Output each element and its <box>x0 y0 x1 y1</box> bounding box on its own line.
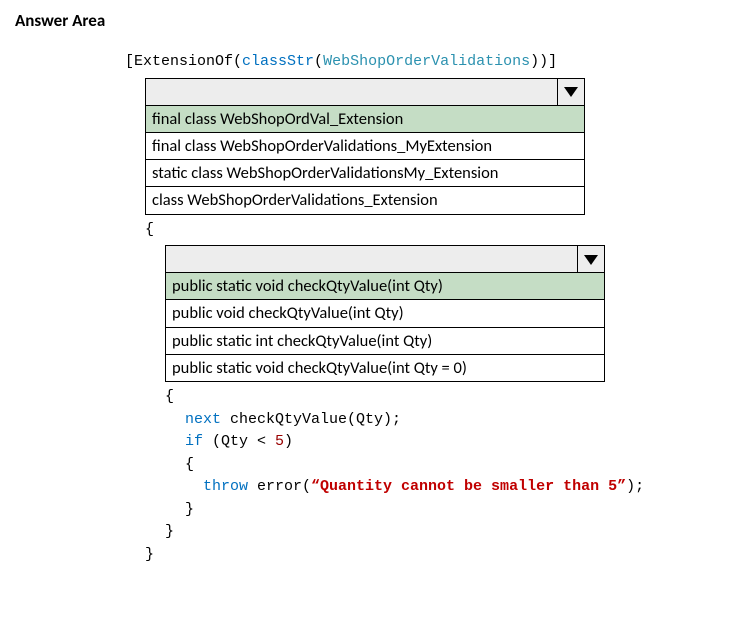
chevron-down-icon <box>584 255 598 265</box>
dropdown-2-option-0[interactable]: public static void checkQtyValue(int Qty… <box>166 273 605 300</box>
dropdown-2-option-2-text: public static int checkQtyValue(int Qty) <box>166 327 605 354</box>
inner-brace-close: } <box>185 499 716 522</box>
dropdown-2-option-1-text: public void checkQtyValue(int Qty) <box>166 300 605 327</box>
dropdown-1-option-1-text: final class WebShopOrderValidations_MyEx… <box>146 132 585 159</box>
dropdown-1-option-1[interactable]: final class WebShopOrderValidations_MyEx… <box>146 132 585 159</box>
dropdown-1-wrap: final class WebShopOrdVal_Extension fina… <box>145 78 716 215</box>
dropdown-1[interactable]: final class WebShopOrdVal_Extension fina… <box>145 78 585 215</box>
dropdown-1-option-2[interactable]: static class WebShopOrderValidationsMy_E… <box>146 160 585 187</box>
dropdown-1-option-0-text: final class WebShopOrdVal_Extension <box>146 105 585 132</box>
if-cond-2: ) <box>284 433 293 450</box>
class-name: WebShopOrderValidations <box>323 53 530 70</box>
brace-open-outer: { <box>145 219 716 242</box>
dropdown-2-option-3[interactable]: public static void checkQtyValue(int Qty… <box>166 354 605 381</box>
if-keyword: if <box>185 433 203 450</box>
chevron-down-icon <box>564 87 578 97</box>
if-line: if (Qty < 5) <box>185 431 716 454</box>
error-message: “Quantity cannot be smaller than 5” <box>311 478 626 495</box>
attr-open: [ExtensionOf( <box>125 53 242 70</box>
literal-five: 5 <box>275 433 284 450</box>
dropdown-2-option-3-text: public static void checkQtyValue(int Qty… <box>166 354 605 381</box>
method-brace-close: } <box>165 521 716 544</box>
dropdown-1-header[interactable] <box>146 78 585 105</box>
error-call-1: error( <box>248 478 311 495</box>
dropdown-2-option-0-text: public static void checkQtyValue(int Qty… <box>166 273 605 300</box>
dropdown-1-option-0[interactable]: final class WebShopOrdVal_Extension <box>146 105 585 132</box>
next-call: checkQtyValue(Qty); <box>221 411 401 428</box>
throw-keyword: throw <box>203 478 248 495</box>
dropdown-1-option-2-text: static class WebShopOrderValidationsMy_E… <box>146 160 585 187</box>
classstr-keyword: classStr <box>242 53 314 70</box>
dropdown-2-option-2[interactable]: public static int checkQtyValue(int Qty) <box>166 327 605 354</box>
attribute-line: [ExtensionOf(classStr(WebShopOrderValida… <box>125 51 716 74</box>
dropdown-2-option-1[interactable]: public void checkQtyValue(int Qty) <box>166 300 605 327</box>
answer-area-heading: Answer Area <box>15 10 716 31</box>
dropdown-2-arrow-cell[interactable] <box>578 246 605 273</box>
brace-close-outer: } <box>145 544 716 567</box>
dropdown-2-header[interactable] <box>166 246 605 273</box>
inner-brace-open: { <box>185 454 716 477</box>
dropdown-1-selected <box>146 78 558 105</box>
if-cond-1: (Qty < <box>203 433 275 450</box>
code-content: [ExtensionOf(classStr(WebShopOrderValida… <box>125 51 716 566</box>
paren-open: ( <box>314 53 323 70</box>
dropdown-2-selected <box>166 246 578 273</box>
dropdown-2-wrap: public static void checkQtyValue(int Qty… <box>165 245 716 382</box>
dropdown-1-option-3[interactable]: class WebShopOrderValidations_Extension <box>146 187 585 214</box>
method-brace-open: { <box>165 386 716 409</box>
dropdown-2[interactable]: public static void checkQtyValue(int Qty… <box>165 245 605 382</box>
next-line: next checkQtyValue(Qty); <box>185 409 716 432</box>
next-keyword: next <box>185 411 221 428</box>
attr-close: ))] <box>530 53 557 70</box>
dropdown-1-option-3-text: class WebShopOrderValidations_Extension <box>146 187 585 214</box>
dropdown-1-arrow-cell[interactable] <box>558 78 585 105</box>
throw-line: throw error(“Quantity cannot be smaller … <box>203 476 716 499</box>
error-call-2: ); <box>626 478 644 495</box>
